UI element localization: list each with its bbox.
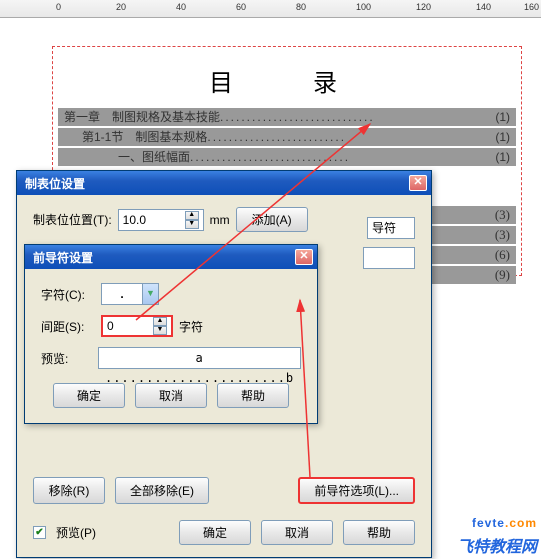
toc-row[interactable]: 第一章 制图规格及基本技能 ..........................…: [58, 108, 516, 126]
add-button[interactable]: 添加(A): [236, 207, 308, 232]
spacing-unit: 字符: [179, 318, 203, 335]
watermark-text: 飞特教程网: [457, 533, 537, 557]
toc-label: 第1-1节 制图基本规格: [82, 128, 207, 146]
ok-button[interactable]: 确定: [53, 383, 125, 408]
spacing-label: 间距(S):: [41, 318, 95, 335]
ruler-tick: 20: [116, 2, 126, 12]
cancel-button[interactable]: 取消: [135, 383, 207, 408]
close-icon[interactable]: ✕: [295, 249, 313, 265]
remove-all-button[interactable]: 全部移除(E): [115, 477, 209, 504]
toc-page: (1): [491, 148, 510, 166]
toc-row[interactable]: (3): [432, 226, 516, 244]
preview-box: a ......................b: [98, 347, 301, 369]
toc-row[interactable]: 一、图纸幅面 .............................. (1…: [58, 148, 516, 166]
toc-obscured-rows: (3) (3) (6) (9): [432, 206, 516, 286]
preview-label: 预览(P): [56, 524, 96, 541]
dialog-titlebar[interactable]: 制表位设置 ✕: [17, 171, 431, 195]
close-icon[interactable]: ✕: [409, 175, 427, 191]
spacing-field[interactable]: [107, 319, 151, 333]
dialog-title: 制表位设置: [21, 175, 409, 192]
document-title: 目 录: [52, 63, 522, 98]
char-dropdown[interactable]: . ▼: [101, 283, 159, 305]
watermark-text: fevte: [472, 516, 505, 530]
toc-leader: .............................: [220, 108, 491, 126]
table-of-contents: 第一章 制图规格及基本技能 ..........................…: [58, 108, 516, 168]
preview-checkbox[interactable]: ✔: [33, 526, 46, 539]
input-fragment[interactable]: [363, 247, 415, 269]
cancel-button[interactable]: 取消: [261, 520, 333, 545]
spinner-up-icon[interactable]: ▲: [153, 317, 167, 326]
toc-row[interactable]: 第1-1节 制图基本规格 .......................... …: [58, 128, 516, 146]
char-label: 字符(C):: [41, 286, 95, 303]
ok-button[interactable]: 确定: [179, 520, 251, 545]
ruler-tick: 140: [476, 2, 491, 12]
toc-row[interactable]: (6): [432, 246, 516, 264]
spinner-down-icon[interactable]: ▼: [185, 220, 199, 229]
ruler-tick: 60: [236, 2, 246, 12]
leader-settings-dialog: 前导符设置 ✕ 字符(C): . ▼ 间距(S): ▲ ▼ 字符 预览: a .…: [24, 244, 318, 424]
unit-label: mm: [210, 213, 230, 227]
dialog-titlebar[interactable]: 前导符设置 ✕: [25, 245, 317, 269]
leader-options-button[interactable]: 前导符选项(L)...: [298, 477, 415, 504]
spinner-up-icon[interactable]: ▲: [185, 211, 199, 220]
char-value: .: [102, 287, 142, 301]
spacing-input[interactable]: ▲ ▼: [101, 315, 173, 337]
toc-leader: ..............................: [190, 148, 491, 166]
toc-label: 第一章 制图规格及基本技能: [64, 108, 220, 126]
ruler-tick: 40: [176, 2, 186, 12]
chevron-down-icon[interactable]: ▼: [142, 284, 158, 304]
toc-label: 一、图纸幅面: [118, 148, 190, 166]
watermark: fevte.com 飞特教程网: [457, 507, 537, 557]
leader-field-fragment: 导符: [367, 217, 415, 239]
spinner-down-icon[interactable]: ▼: [153, 326, 167, 335]
ruler-tick: 0: [56, 2, 61, 12]
ruler-tick: 100: [356, 2, 371, 12]
watermark-text: .com: [505, 516, 537, 530]
tab-position-input[interactable]: ▲ ▼: [118, 209, 204, 231]
help-button[interactable]: 帮助: [343, 520, 415, 545]
toc-page: (1): [491, 108, 510, 126]
toc-page: (1): [491, 128, 510, 146]
dialog-title: 前导符设置: [29, 249, 295, 266]
toc-row[interactable]: (9): [432, 266, 516, 284]
ruler-tick: 160: [524, 2, 539, 12]
help-button[interactable]: 帮助: [217, 383, 289, 408]
horizontal-ruler: 0 20 40 60 80 100 120 140 160: [0, 0, 541, 18]
remove-button[interactable]: 移除(R): [33, 477, 105, 504]
preview-label: 预览:: [41, 350, 92, 367]
tab-position-field[interactable]: [123, 213, 183, 227]
ruler-tick: 120: [416, 2, 431, 12]
ruler-tick: 80: [296, 2, 306, 12]
toc-leader: ..........................: [207, 128, 491, 146]
tab-position-label: 制表位位置(T):: [33, 211, 112, 228]
toc-row[interactable]: (3): [432, 206, 516, 224]
